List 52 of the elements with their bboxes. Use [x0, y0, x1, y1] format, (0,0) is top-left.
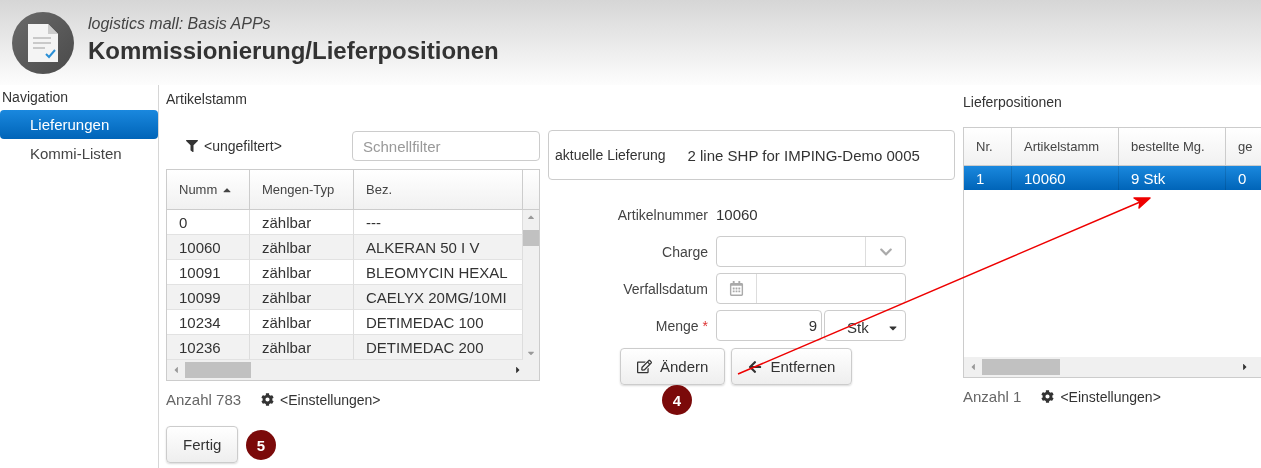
- scrollbar-thumb[interactable]: [982, 359, 1060, 375]
- field-label: Charge: [661, 243, 708, 260]
- column-header[interactable]: bestellte Mg.: [1119, 128, 1226, 165]
- scrollbar-thumb[interactable]: [185, 362, 251, 378]
- quick-filter-field[interactable]: Schnellfilter: [352, 131, 540, 161]
- article-number-value: 10060: [716, 206, 759, 223]
- done-button[interactable]: Fertig: [166, 426, 239, 463]
- column-header[interactable]: Artikelstamm: [1012, 128, 1119, 165]
- column-header[interactable]: Nr.: [964, 128, 1012, 165]
- row-count: Anzahl 783: [166, 391, 242, 408]
- scrollbar-thumb[interactable]: [523, 230, 539, 246]
- settings-link[interactable]: <Einstellungen>: [1041, 388, 1161, 405]
- nav-item[interactable]: Kommi-Listen: [0, 139, 158, 168]
- table-cell: 10060: [1012, 166, 1119, 190]
- app-subtitle: logistics mall: Basis APPs: [88, 14, 272, 33]
- unit-value: Stk: [847, 319, 869, 336]
- current-delivery-value: 2 line SHP for IMPING-Demo 0005: [687, 146, 920, 164]
- column-header[interactable]: Bez.: [354, 170, 523, 209]
- edit-button[interactable]: Ändern: [620, 348, 726, 385]
- field-label: Menge *: [654, 317, 708, 334]
- nav-item[interactable]: Lieferungen: [0, 110, 158, 139]
- column-header[interactable]: Numm: [167, 170, 250, 209]
- row-count: Anzahl 1: [963, 388, 1022, 405]
- vertical-scrollbar[interactable]: [523, 210, 539, 360]
- settings-link[interactable]: <Einstellungen>: [261, 391, 381, 408]
- quantity-field[interactable]: 9: [716, 310, 822, 341]
- step-badge: 5: [246, 430, 276, 460]
- document-icon: [28, 23, 58, 62]
- table-cell: 0: [1226, 166, 1261, 190]
- date-field[interactable]: [716, 273, 906, 304]
- calendar-icon: [729, 281, 744, 296]
- page-title: Kommissionierung/Lieferpositionen: [88, 36, 499, 65]
- field-label: Artikelnummer: [616, 206, 708, 223]
- filter-link[interactable]: <ungefiltert>: [186, 138, 282, 154]
- settings-icon: [1041, 390, 1055, 403]
- panel-title: Artikelstamm: [166, 91, 248, 107]
- field-label: Verfallsdatum: [622, 280, 708, 297]
- horizontal-scrollbar[interactable]: [964, 357, 1261, 377]
- table-cell: 1: [964, 166, 1012, 190]
- navigation-title: Navigation: [1, 89, 70, 105]
- horizontal-scrollbar[interactable]: [167, 360, 539, 380]
- column-header[interactable]: ge: [1226, 128, 1261, 165]
- settings-icon: [261, 393, 275, 406]
- step-badge: 4: [662, 385, 692, 415]
- column-header[interactable]: Mengen-Typ: [250, 170, 354, 209]
- table-cell: 9 Stk: [1119, 166, 1226, 190]
- filter-icon: [186, 140, 198, 152]
- batch-dropdown[interactable]: [716, 236, 906, 267]
- current-delivery-label: aktuelle Lieferung: [555, 147, 666, 163]
- edit-icon: [637, 359, 652, 374]
- remove-button[interactable]: Entfernen: [731, 348, 853, 385]
- panel-title: Lieferpositionen: [963, 94, 1063, 110]
